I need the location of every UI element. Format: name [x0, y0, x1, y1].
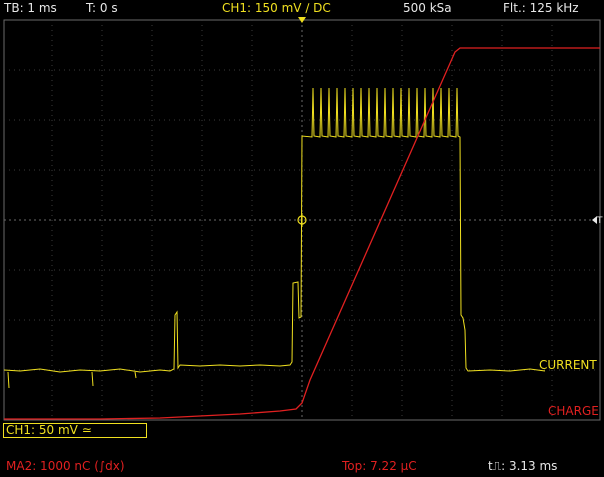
charge-trace-label: CHARGE [548, 404, 599, 418]
svg-text:T: T [596, 216, 603, 226]
channel1-info-label: CH1: 50 mV ≃ [6, 423, 92, 437]
channel1-info-box[interactable]: CH1: 50 mV ≃ [3, 423, 147, 438]
top-measurement-readout[interactable]: Top: 7.22 µC [342, 459, 417, 473]
charge-trace [4, 47, 600, 420]
current-trace-label: CURRENT [539, 358, 597, 372]
math-channel-readout[interactable]: MA2: 1000 nC (∫dx) [6, 459, 125, 473]
current-trace [3, 87, 546, 389]
waveform-display[interactable]: T [0, 0, 604, 477]
pulse-width-measurement-readout[interactable]: t⎍: 3.13 ms [488, 459, 557, 474]
